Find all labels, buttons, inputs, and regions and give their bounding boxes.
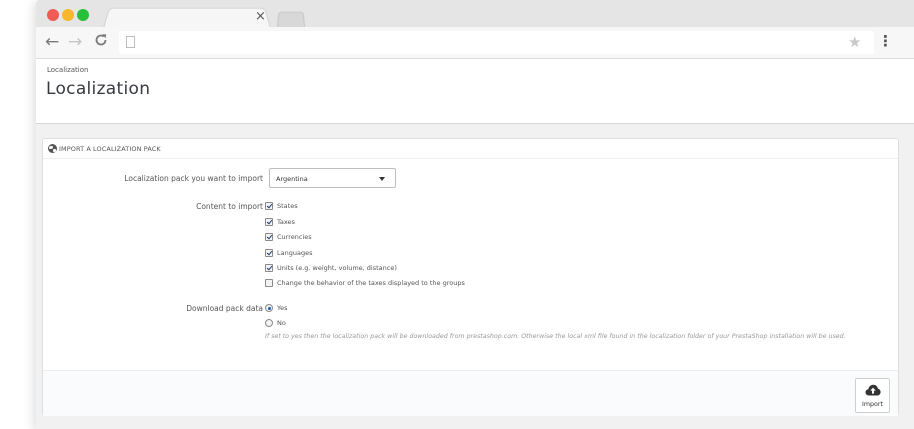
download-yes-radio[interactable]: [265, 304, 273, 312]
checkbox-label: Change the behavior of the taxes display…: [277, 279, 465, 287]
bookmark-star-icon[interactable]: ★: [848, 33, 861, 51]
checkbox-label: Currencies: [277, 233, 312, 241]
page-title: Localization: [46, 79, 151, 99]
page-header: Localization Localization: [36, 59, 914, 124]
checkbox-label: Taxes: [277, 218, 295, 226]
panel-footer: Import: [43, 370, 898, 416]
panel-title: IMPORT A LOCALIZATION PACK: [59, 145, 161, 153]
pack-select-value: Argentina: [276, 175, 308, 183]
page-icon: [126, 36, 135, 48]
minimize-window-button[interactable]: [62, 9, 74, 21]
forward-arrow-icon[interactable]: →: [68, 33, 82, 51]
tax-behavior-checkbox[interactable]: [265, 279, 273, 287]
currencies-checkbox[interactable]: [265, 233, 273, 241]
reload-icon-glyph: [95, 34, 107, 46]
radio-label: No: [277, 319, 286, 327]
download-help-text: If set to yes then the localization pack…: [265, 333, 846, 340]
checkbox-label: Units (e.g. weight, volume, distance): [277, 264, 397, 272]
cloud-upload-icon: [865, 384, 881, 396]
caret-down-icon: [379, 177, 385, 181]
close-window-button[interactable]: [47, 9, 59, 21]
content-label: Content to import: [196, 202, 263, 211]
checkbox-label: Languages: [277, 249, 313, 257]
import-button-label: Import: [862, 401, 883, 408]
pack-select[interactable]: Argentina: [269, 168, 396, 188]
languages-checkbox[interactable]: [265, 249, 273, 257]
pack-label: Localization pack you want to import: [124, 174, 263, 183]
browser-tab[interactable]: [103, 7, 271, 28]
browser-menu-icon[interactable]: ⋮: [878, 32, 893, 50]
breadcrumb[interactable]: Localization: [47, 66, 88, 74]
browser-window: × ← → ★ ⋮ Localization Localization IMPO…: [36, 0, 914, 429]
globe-icon: [48, 144, 57, 153]
panel-heading: IMPORT A LOCALIZATION PACK: [43, 139, 898, 159]
checkbox-label: States: [277, 202, 298, 210]
download-label: Download pack data: [186, 304, 263, 313]
import-button[interactable]: Import: [855, 378, 890, 413]
units-checkbox[interactable]: [265, 264, 273, 272]
browser-toolbar: ← → ★ ⋮: [36, 27, 914, 59]
import-localization-panel: IMPORT A LOCALIZATION PACK Localization …: [42, 138, 899, 416]
reload-icon[interactable]: [94, 33, 108, 51]
radio-label: Yes: [277, 304, 288, 312]
maximize-window-button[interactable]: [77, 9, 89, 21]
taxes-checkbox[interactable]: [265, 218, 273, 226]
download-no-radio[interactable]: [265, 319, 273, 327]
back-arrow-icon[interactable]: ←: [45, 33, 59, 51]
states-checkbox[interactable]: [265, 202, 273, 210]
new-tab-button[interactable]: [277, 11, 305, 27]
tab-close-icon[interactable]: ×: [255, 9, 266, 25]
address-bar[interactable]: [119, 31, 874, 54]
tab-strip: ×: [36, 0, 914, 28]
